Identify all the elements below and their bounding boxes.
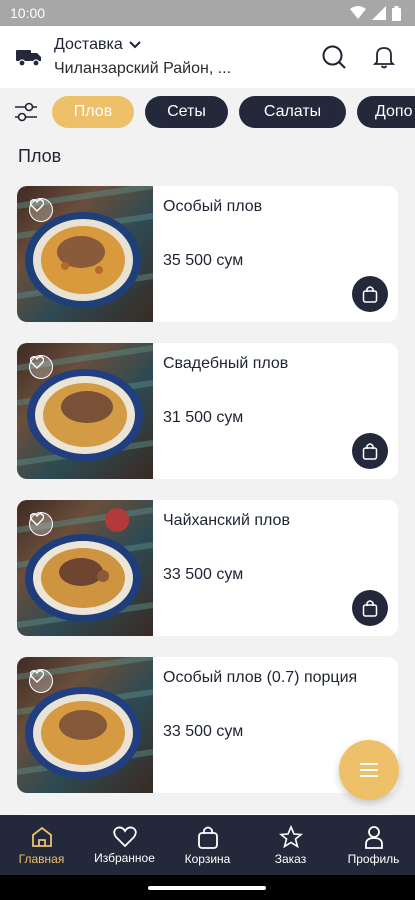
add-to-cart-button[interactable]: [352, 433, 388, 469]
battery-icon: [392, 5, 401, 21]
nav-cart[interactable]: Корзина: [166, 825, 249, 866]
filter-button[interactable]: [12, 98, 40, 126]
heart-icon: [30, 670, 44, 683]
product-image: [17, 343, 153, 479]
favorite-button[interactable]: [29, 355, 53, 379]
heart-icon: [112, 826, 137, 847]
search-button[interactable]: [317, 40, 351, 74]
heart-icon: [30, 199, 44, 212]
system-nav-bar: [0, 875, 415, 900]
nav-orders[interactable]: Заказ: [249, 824, 332, 866]
home-icon: [31, 826, 52, 847]
product-name: Особый плов: [163, 198, 263, 215]
product-image: [17, 657, 153, 793]
product-name: Особый плов (0.7) порция: [163, 669, 358, 686]
favorite-button[interactable]: [29, 669, 53, 693]
delivery-label: Доставка: [54, 36, 123, 53]
notifications-button[interactable]: [367, 40, 401, 74]
nav-profile[interactable]: Профиль: [332, 825, 415, 866]
product-card[interactable]: Особый плов 35 500 сум: [17, 186, 398, 322]
product-list: Особый плов 35 500 сум Свадебный плов 31…: [17, 186, 398, 834]
product-name: Свадебный плов: [163, 355, 289, 372]
favorite-button[interactable]: [29, 512, 53, 536]
product-card[interactable]: Чайханский плов 33 500 сум: [17, 500, 398, 636]
add-to-cart-button[interactable]: [352, 276, 388, 312]
menu-fab-button[interactable]: [339, 740, 399, 800]
add-to-cart-button[interactable]: [352, 590, 388, 626]
favorite-button[interactable]: [29, 198, 53, 222]
product-name: Чайханский плов: [163, 512, 290, 529]
menu-icon: [360, 763, 378, 777]
nav-favorites-label: Избранное: [94, 850, 155, 865]
nav-profile-label: Профиль: [347, 851, 400, 866]
section-title: Плов: [18, 146, 62, 166]
bag-icon: [197, 826, 218, 849]
filter-icon: [15, 102, 37, 122]
app-header: Доставка Чиланзарский Район, ...: [0, 26, 415, 88]
heart-icon: [30, 356, 44, 369]
product-card[interactable]: Свадебный плов 31 500 сум: [17, 343, 398, 479]
category-chip-plov[interactable]: Плов: [52, 96, 134, 128]
status-icons: [350, 5, 401, 21]
delivery-selector[interactable]: Доставка Чиланзарский Район, ...: [54, 36, 301, 78]
search-icon: [322, 45, 346, 69]
person-icon: [364, 825, 383, 849]
nav-orders-label: Заказ: [274, 851, 307, 866]
category-chip-salads[interactable]: Салаты: [239, 96, 346, 128]
status-bar: 10:00: [0, 0, 415, 26]
product-price: 35 500 сум: [163, 252, 244, 269]
nav-cart-label: Корзина: [184, 851, 231, 866]
nav-home[interactable]: Главная: [0, 825, 83, 866]
heart-icon: [30, 513, 44, 526]
category-bar: Плов Сеты Салаты Допо: [0, 93, 415, 131]
status-time: 10:00: [10, 5, 46, 21]
product-price: 33 500 сум: [163, 723, 244, 740]
nav-home-label: Главная: [18, 851, 65, 866]
delivery-address: Чиланзарский Район, ...: [54, 60, 232, 77]
product-price: 33 500 сум: [163, 566, 244, 583]
wifi-icon: [350, 6, 366, 19]
bag-icon: [362, 286, 378, 303]
product-price: 31 500 сум: [163, 409, 244, 426]
home-indicator[interactable]: [148, 886, 266, 890]
star-icon: [278, 824, 303, 848]
truck-icon: [16, 50, 41, 67]
category-chip-more[interactable]: Допо: [357, 96, 415, 128]
chevron-down-icon: [129, 41, 141, 49]
bottom-navigation: Главная Избранное Корзина Заказ Профиль: [0, 815, 415, 875]
product-image: [17, 186, 153, 322]
bell-icon: [373, 47, 395, 69]
bag-icon: [362, 443, 378, 460]
bag-icon: [362, 600, 378, 617]
product-image: [17, 500, 153, 636]
nav-favorites[interactable]: Избранное: [83, 826, 166, 865]
signal-icon: [372, 6, 386, 20]
category-chip-sets[interactable]: Сеты: [145, 96, 228, 128]
